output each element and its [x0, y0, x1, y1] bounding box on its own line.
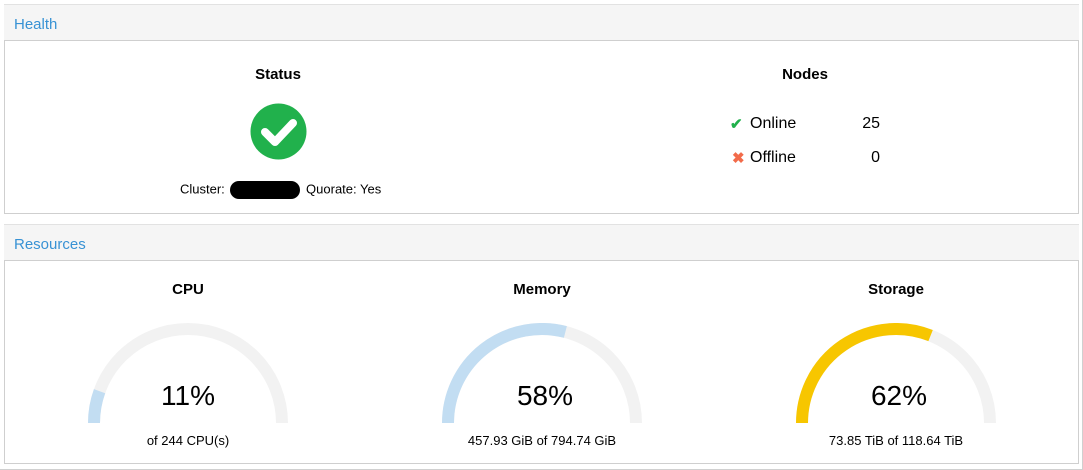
cross-icon: ✖: [732, 150, 745, 167]
cluster-label: Cluster:: [180, 181, 225, 197]
memory-percent: 58%: [516, 380, 574, 411]
node-count-online: 25: [862, 115, 880, 132]
node-row-online: ✔ Online 25: [730, 115, 890, 135]
cpu-title: CPU: [172, 281, 204, 298]
node-row-offline: ✖ Offline 0: [730, 149, 890, 169]
check-circle-icon: [250, 103, 307, 160]
storage-detail: 73.85 TiB of 118.64 TiB: [828, 433, 964, 448]
memory-title: Memory: [513, 281, 571, 298]
health-panel-body: [4, 40, 1079, 214]
nodes-title: Nodes: [782, 66, 828, 83]
cpu-detail: of 244 CPU(s): [146, 433, 230, 448]
cpu-percent: 11%: [161, 380, 215, 411]
health-header-title: Health: [14, 16, 58, 33]
resources-header-title: Resources: [14, 236, 86, 253]
node-label-offline: Offline: [750, 149, 796, 166]
check-icon: ✔: [730, 116, 743, 133]
resources-panel-header[interactable]: Resources: [4, 224, 1079, 261]
cluster-info: Cluster: Quorate: Yes: [180, 181, 381, 199]
quorate-label: Quorate: Yes: [306, 181, 382, 197]
storage-percent: 62%: [870, 380, 928, 411]
status-title: Status: [255, 66, 301, 83]
node-count-offline: 0: [871, 149, 880, 166]
node-label-online: Online: [750, 115, 797, 132]
redacted-cluster-name: [230, 181, 301, 199]
memory-detail: 457.93 GiB of 794.74 GiB: [467, 433, 617, 448]
health-panel-header[interactable]: Health: [4, 4, 1079, 41]
storage-title: Storage: [868, 281, 924, 298]
